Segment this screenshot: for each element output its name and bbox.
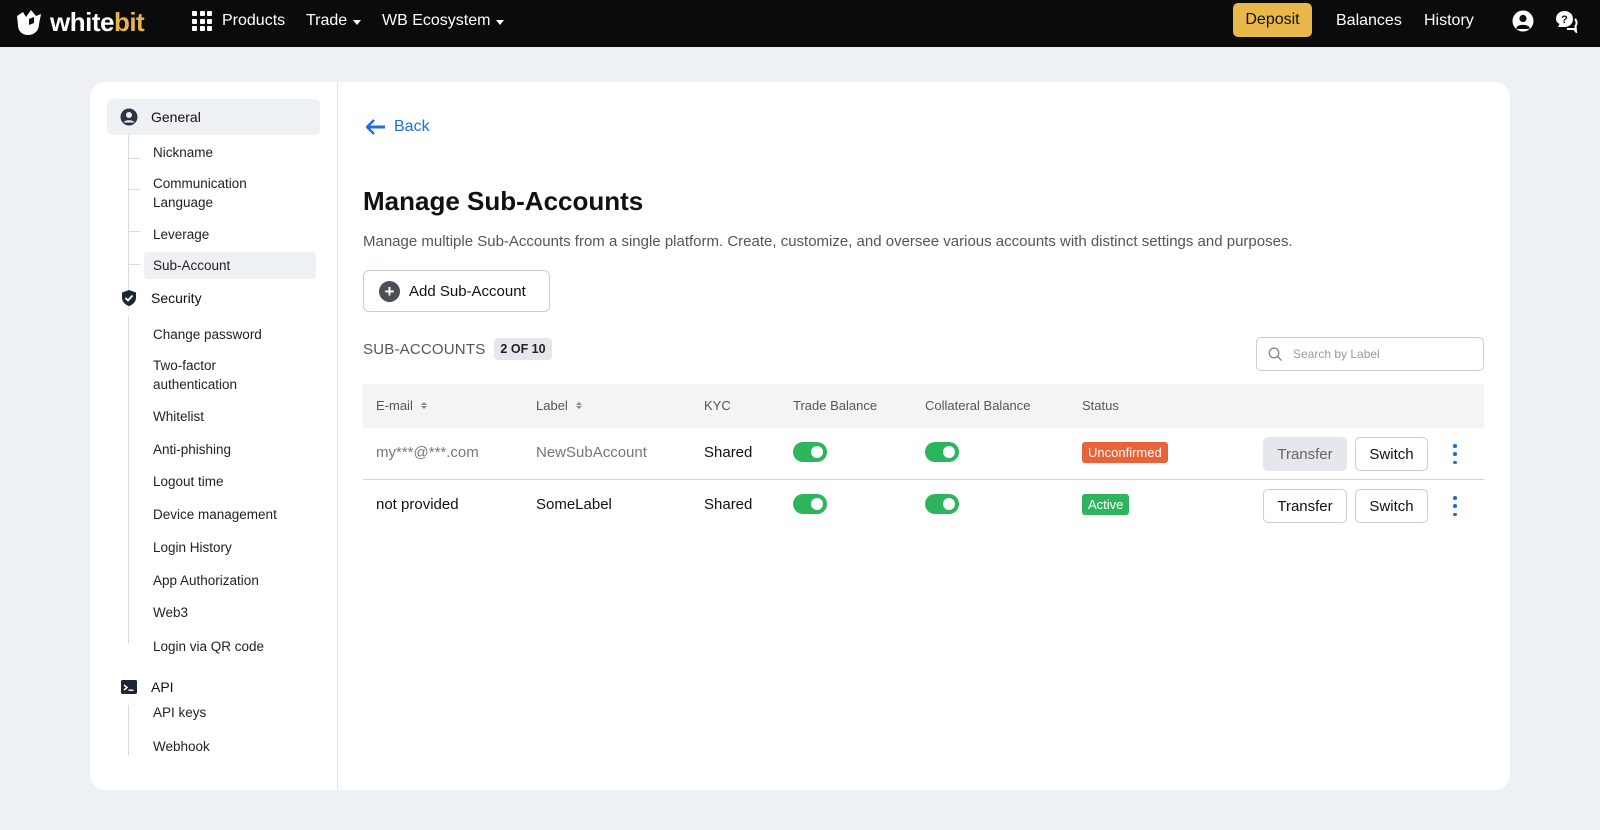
column-header-email[interactable]: E-mail — [376, 398, 427, 413]
sub-accounts-count-badge: 2 OF 10 — [494, 338, 552, 360]
nav-products[interactable]: Products — [222, 12, 285, 30]
back-link[interactable]: Back — [366, 118, 430, 136]
column-header-status: Status — [1082, 398, 1119, 413]
sidebar-item-two-factor-authentication[interactable]: Two-factor authentication — [144, 352, 320, 398]
whitebit-logo[interactable]: whitebit — [14, 7, 145, 38]
status-badge: Active — [1082, 494, 1130, 515]
add-sub-account-label: Add Sub-Account — [409, 282, 526, 300]
sidebar-item-logout-time[interactable]: Logout time — [144, 468, 320, 495]
sidebar-section-label: API — [151, 679, 174, 695]
switch-button[interactable]: Switch — [1355, 489, 1428, 523]
whitebit-logo-icon — [17, 9, 41, 35]
settings-card: General Nickname Communication Language … — [90, 82, 1510, 790]
sub-accounts-heading: SUB-ACCOUNTS 2 OF 10 — [363, 338, 552, 360]
back-link-label: Back — [394, 118, 430, 135]
row-email: my***@***.com — [376, 444, 479, 461]
deposit-button[interactable]: Deposit — [1233, 3, 1312, 37]
nav-history[interactable]: History — [1424, 12, 1474, 30]
nav-balances[interactable]: Balances — [1336, 12, 1402, 30]
row-label: NewSubAccount — [536, 444, 647, 461]
transfer-button[interactable]: Transfer — [1263, 437, 1347, 471]
column-header-collateral-balance: Collateral Balance — [925, 398, 1031, 413]
row-kyc: Shared — [704, 444, 753, 461]
plus-circle-icon: + — [379, 280, 400, 302]
row-label: SomeLabel — [536, 496, 612, 513]
more-options-icon[interactable] — [1452, 444, 1458, 464]
more-options-icon[interactable] — [1452, 496, 1458, 516]
sub-accounts-label: SUB-ACCOUNTS — [363, 340, 486, 358]
user-account-icon[interactable] — [1512, 10, 1534, 32]
collateral-balance-toggle[interactable] — [925, 494, 959, 514]
top-navigation: whitebit Products Trade WB Ecosystem Dep… — [0, 0, 1600, 47]
sidebar-item-web3[interactable]: Web3 — [144, 599, 320, 626]
page-description: Manage multiple Sub-Accounts from a sing… — [363, 233, 1293, 250]
chevron-down-icon — [496, 19, 505, 25]
sidebar-item-nickname[interactable]: Nickname — [144, 139, 320, 166]
shield-check-icon — [122, 290, 136, 306]
support-chat-icon[interactable]: ? — [1554, 9, 1578, 33]
settings-sidebar: General Nickname Communication Language … — [90, 82, 338, 790]
sidebar-item-login-via-qr-code[interactable]: Login via QR code — [144, 633, 320, 660]
table-row: not provided SomeLabel Shared Active Tra… — [363, 480, 1484, 532]
tree-line — [128, 705, 129, 755]
switch-button[interactable]: Switch — [1355, 437, 1428, 471]
nav-trade[interactable]: Trade — [306, 12, 362, 30]
sidebar-item-anti-phishing[interactable]: Anti-phishing — [144, 436, 320, 463]
search-input[interactable] — [1293, 347, 1473, 361]
table-row: my***@***.com NewSubAccount Shared Uncon… — [363, 428, 1484, 480]
sidebar-item-communication-language[interactable]: Communication Language — [144, 170, 320, 216]
sidebar-item-whitelist[interactable]: Whitelist — [144, 403, 320, 430]
svg-text:?: ? — [1561, 14, 1568, 26]
search-by-label-field[interactable] — [1256, 337, 1484, 371]
sort-icon — [575, 402, 582, 409]
add-sub-account-button[interactable]: + Add Sub-Account — [363, 270, 550, 312]
sidebar-section-label: General — [151, 109, 201, 125]
sort-icon — [420, 402, 427, 409]
column-header-trade-balance: Trade Balance — [793, 398, 878, 413]
search-icon — [1268, 347, 1282, 361]
trade-balance-toggle[interactable] — [793, 494, 827, 514]
sidebar-item-sub-account[interactable]: Sub-Account — [144, 252, 316, 279]
tree-line — [128, 316, 129, 643]
terminal-icon — [121, 680, 137, 694]
logo-text: whitebit — [50, 7, 145, 37]
trade-balance-toggle[interactable] — [793, 442, 827, 462]
sidebar-section-general[interactable]: General — [107, 99, 320, 135]
transfer-button[interactable]: Transfer — [1263, 489, 1347, 523]
apps-grid-icon[interactable] — [192, 11, 212, 31]
sidebar-item-login-history[interactable]: Login History — [144, 534, 320, 561]
nav-wb-ecosystem[interactable]: WB Ecosystem — [382, 12, 505, 30]
row-kyc: Shared — [704, 496, 753, 513]
column-header-kyc: KYC — [704, 398, 731, 413]
page-title: Manage Sub-Accounts — [363, 186, 644, 216]
status-badge: Unconfirmed — [1082, 442, 1168, 463]
chevron-down-icon — [353, 19, 362, 25]
sidebar-item-webhook[interactable]: Webhook — [144, 733, 320, 760]
column-header-label[interactable]: Label — [536, 398, 582, 413]
sidebar-item-app-authorization[interactable]: App Authorization — [144, 567, 320, 594]
collateral-balance-toggle[interactable] — [925, 442, 959, 462]
sidebar-section-security[interactable]: Security — [107, 280, 320, 316]
arrow-left-icon — [366, 119, 385, 135]
sidebar-item-device-management[interactable]: Device management — [144, 501, 320, 528]
sidebar-item-change-password[interactable]: Change password — [144, 321, 320, 348]
table-header: E-mail Label KYC Trade Balance Collatera… — [363, 384, 1484, 428]
sidebar-item-leverage[interactable]: Leverage — [144, 221, 320, 248]
user-circle-icon — [120, 108, 138, 126]
sidebar-item-api-keys[interactable]: API keys — [144, 699, 320, 726]
sidebar-section-label: Security — [151, 290, 202, 306]
row-email: not provided — [376, 496, 459, 513]
